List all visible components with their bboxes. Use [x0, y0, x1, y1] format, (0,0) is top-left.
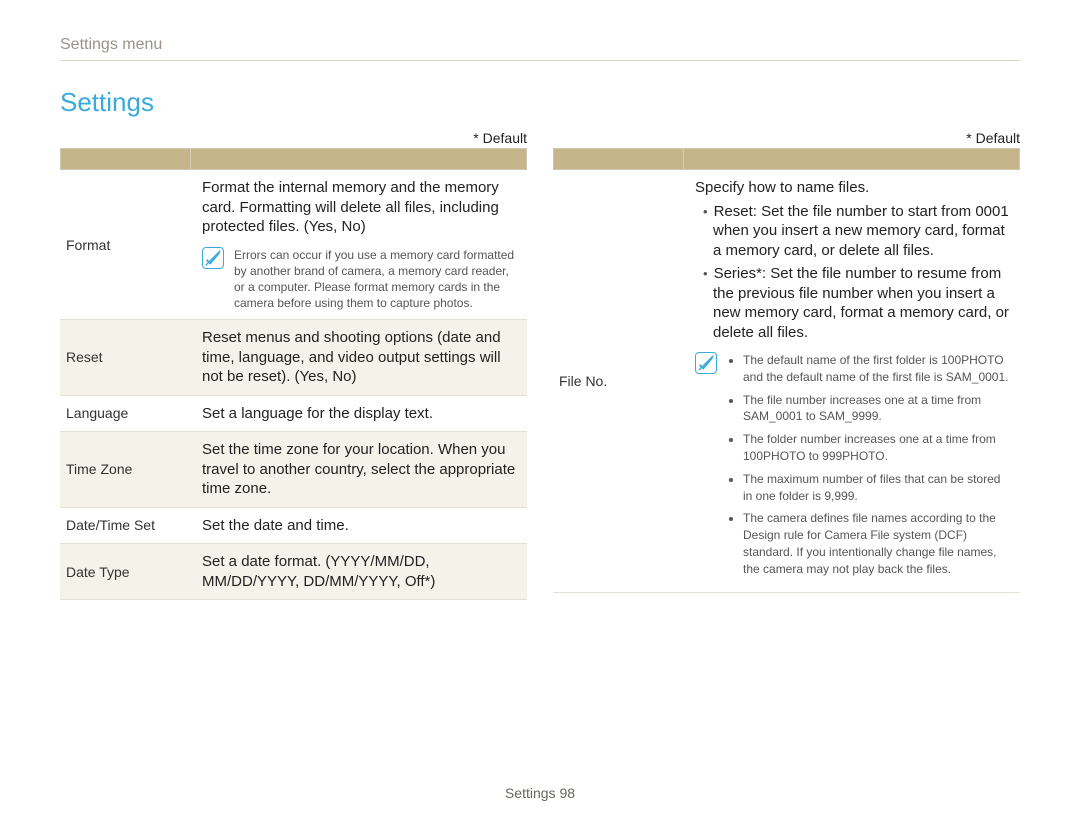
page: Settings menu Settings * Default Format … — [0, 0, 1080, 815]
table-row: Language Set a language for the display … — [60, 395, 527, 432]
setting-desc: Set a date format. (YYYY/MM/DD, MM/DD/YY… — [196, 544, 527, 600]
setting-desc: Set the time zone for your location. Whe… — [196, 432, 527, 508]
default-note-left: * Default — [60, 130, 527, 146]
table-row: Date/Time Set Set the date and time. — [60, 507, 527, 544]
setting-item: Time Zone — [60, 432, 196, 508]
table-row: Date Type Set a date format. (YYYY/MM/DD… — [60, 544, 527, 600]
right-column: * Default File No. Specify how to name ﬁ… — [553, 130, 1020, 600]
note-item: The ﬁle number increases one at a time f… — [743, 392, 1010, 426]
table-row: Format Format the internal memory and th… — [60, 170, 527, 320]
desc-intro: Specify how to name ﬁles. — [695, 178, 1010, 198]
setting-desc: Reset menus and shooting options (date a… — [196, 320, 527, 396]
desc-bullet: Series*: Set the ﬁle number to resume fr… — [695, 264, 1010, 342]
left-column: * Default Format Format the internal mem… — [60, 130, 527, 600]
settings-table-left: Format Format the internal memory and th… — [60, 170, 527, 600]
setting-item: Language — [60, 395, 196, 432]
table-row: Reset Reset menus and shooting options (… — [60, 320, 527, 396]
note-item: The folder number increases one at a tim… — [743, 431, 1010, 465]
note-item: The maximum number of ﬁles that can be s… — [743, 471, 1010, 505]
settings-table-right: File No. Specify how to name ﬁles. Reset… — [553, 170, 1020, 593]
note-box: The default name of the ﬁrst folder is 1… — [695, 352, 1010, 584]
note-icon — [695, 352, 717, 374]
notes-list: The default name of the ﬁrst folder is 1… — [727, 352, 1010, 584]
setting-desc: Set the date and time. — [196, 507, 527, 544]
page-title: Settings — [60, 87, 1020, 118]
setting-item: File No. — [553, 170, 689, 592]
setting-desc: Format the internal memory and the memor… — [196, 170, 527, 320]
setting-item: Date/Time Set — [60, 507, 196, 544]
desc-text: Format the internal memory and the memor… — [202, 179, 499, 235]
note-item: The camera deﬁnes ﬁle names according to… — [743, 510, 1010, 577]
table-row: File No. Specify how to name ﬁles. Reset… — [553, 170, 1020, 592]
table-header-left — [60, 148, 527, 170]
note-icon — [202, 247, 224, 269]
note-item: The default name of the ﬁrst folder is 1… — [743, 352, 1010, 386]
setting-item: Format — [60, 170, 196, 320]
default-note-right: * Default — [553, 130, 1020, 146]
table-row: Time Zone Set the time zone for your loc… — [60, 432, 527, 508]
footer-label: Settings — [505, 785, 556, 801]
setting-desc: Set a language for the display text. — [196, 395, 527, 432]
setting-desc: Specify how to name ﬁles. Reset: Set the… — [689, 170, 1020, 592]
page-footer: Settings 98 — [0, 785, 1080, 801]
setting-item: Reset — [60, 320, 196, 396]
desc-bullet: Reset: Set the ﬁle number to start from … — [695, 202, 1010, 261]
breadcrumb: Settings menu — [60, 36, 1020, 61]
note-box: Errors can occur if you use a memory car… — [202, 247, 517, 312]
content-columns: * Default Format Format the internal mem… — [60, 130, 1020, 600]
note-text: Errors can occur if you use a memory car… — [234, 247, 517, 312]
table-header-right — [553, 148, 1020, 170]
setting-item: Date Type — [60, 544, 196, 600]
footer-page: 98 — [559, 785, 575, 801]
